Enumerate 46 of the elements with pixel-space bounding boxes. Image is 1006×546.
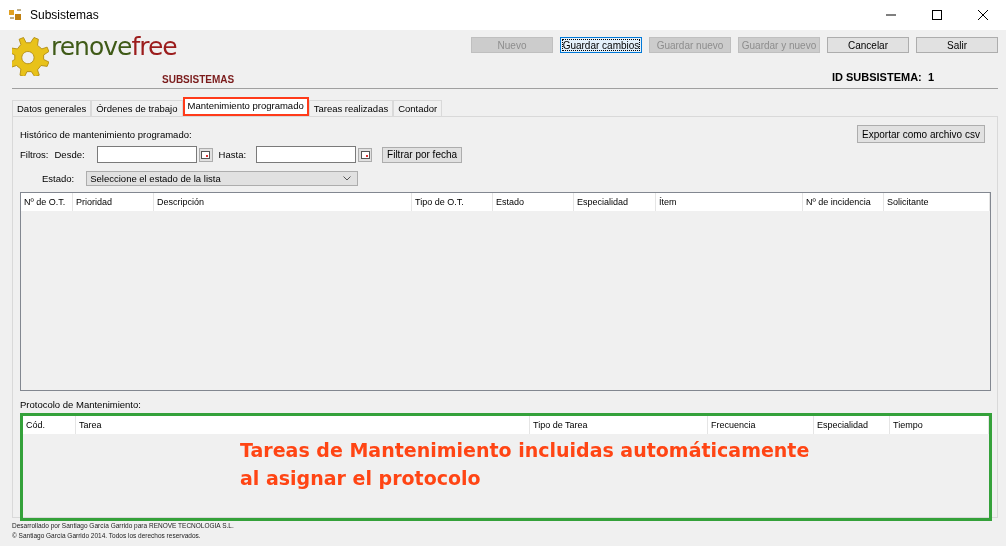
protocol-title: Protocolo de Mantenimiento: (20, 399, 142, 410)
window-title: Subsistemas (30, 8, 100, 22)
tab[interactable]: Órdenes de trabajo (91, 100, 183, 116)
close-icon[interactable] (978, 10, 988, 20)
column-header[interactable]: Tipo de Tarea (530, 416, 708, 434)
column-header[interactable]: Tiempo (890, 416, 989, 434)
logo: renovefree (12, 34, 177, 76)
calendar-button[interactable] (358, 147, 373, 162)
column-header[interactable]: Ítem (656, 193, 803, 211)
date-field[interactable] (256, 146, 357, 163)
filters-label: Filtros: (20, 149, 49, 160)
to-label: Hasta: (218, 149, 247, 160)
column-header[interactable]: Cód. (23, 416, 76, 434)
tab[interactable]: Datos generales (12, 100, 92, 116)
app-icon (8, 8, 22, 22)
column-header[interactable]: Descripción (154, 193, 412, 211)
chevron-down-icon (343, 176, 352, 181)
tab[interactable]: Mantenimiento programado (182, 97, 309, 116)
tab[interactable]: Contador (393, 100, 443, 116)
record-id: ID SUBSISTEMA: 1 (831, 71, 934, 83)
status-label: Estado: (42, 173, 75, 184)
section-title: SUBSISTEMAS (162, 74, 236, 85)
column-header[interactable]: Especialidad (574, 193, 656, 211)
column-header[interactable]: Nº de O.T. (21, 193, 73, 211)
from-label: Desde: (54, 149, 85, 160)
toolbar-button[interactable]: Cancelar (827, 37, 909, 53)
history-title: Histórico de mantenimiento programado: (20, 128, 192, 140)
maximize-icon[interactable] (932, 10, 942, 20)
column-header[interactable]: Prioridad (73, 193, 154, 211)
export-button[interactable]: Exportar como archivo csv (857, 125, 985, 143)
filter-button[interactable]: Filtrar por fecha (382, 146, 463, 163)
column-header[interactable]: Estado (493, 193, 574, 211)
tab[interactable]: Tareas realizadas (308, 100, 394, 116)
column-header[interactable]: Especialidad (814, 416, 890, 434)
calendar-button[interactable] (198, 147, 213, 162)
status-dropdown[interactable]: Seleccione el estado de la lista (86, 171, 359, 186)
date-field[interactable] (96, 146, 197, 163)
gear-icon (12, 34, 49, 76)
column-header[interactable]: Frecuencia (708, 416, 814, 434)
toolbar-button[interactable]: Salir (916, 37, 998, 53)
annotation-text: Tareas de Mantenimiento incluidas automáticamente al asignar el protocolo (240, 438, 810, 491)
column-header[interactable]: Nº de incidencia (803, 193, 884, 211)
column-header[interactable]: Tarea (76, 416, 530, 434)
column-header[interactable]: Solicitante (884, 193, 990, 211)
toolbar-button[interactable]: Guardar cambios (560, 37, 642, 53)
column-header[interactable]: Tipo de O.T. (412, 193, 493, 211)
